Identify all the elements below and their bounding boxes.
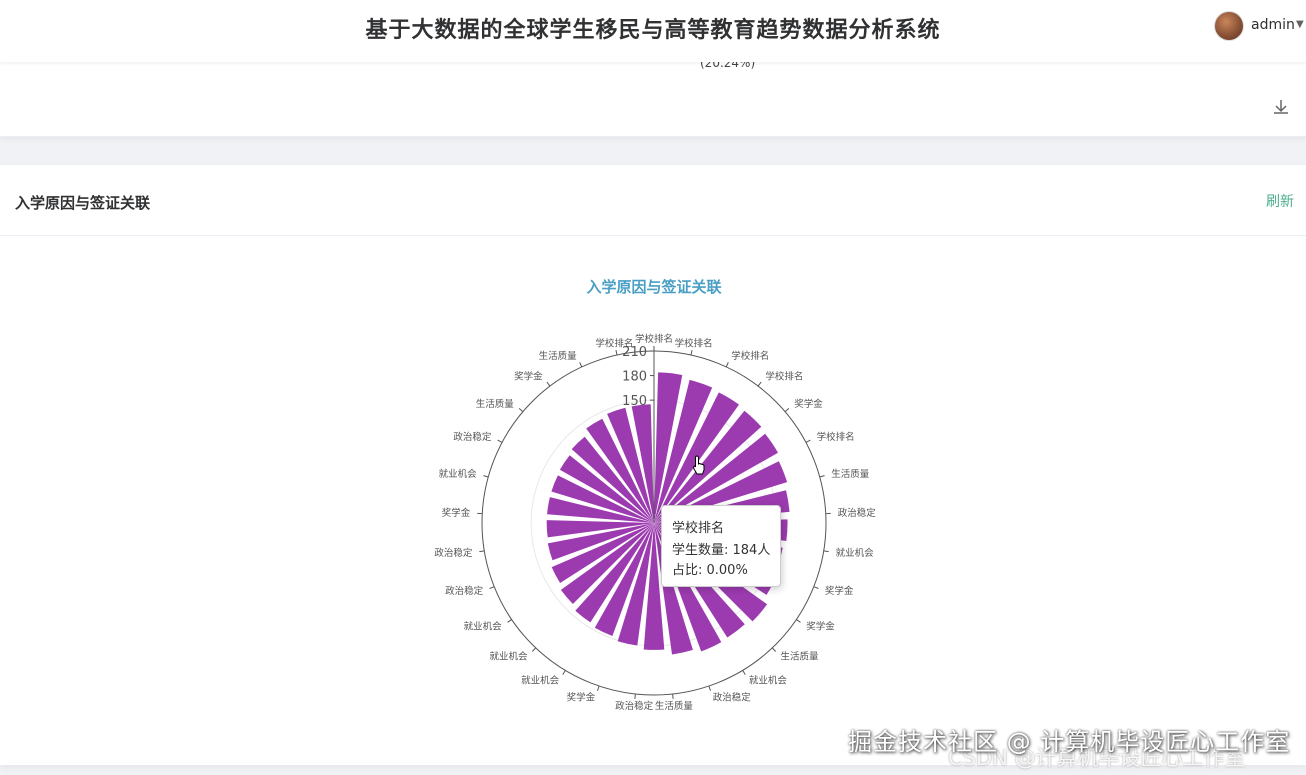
chart-title: 入学原因与签证关联: [586, 278, 722, 296]
tooltip-title: 学校排名: [672, 521, 725, 536]
category-label: 奖学金: [442, 507, 471, 519]
polar-bar-chart: 入学原因与签证关联学校排名 学校排名学校排名学校排名奖学金学校排名生活质量政治稳定…: [434, 278, 877, 712]
chart-tooltip: 学校排名 学生数量: 184人 占比: 0.00%: [661, 505, 781, 587]
category-label: 学校排名: [731, 350, 769, 362]
category-tick: [725, 362, 729, 368]
username[interactable]: admin: [1251, 17, 1295, 33]
category-tick: [771, 647, 777, 652]
category-label: 奖学金: [825, 585, 854, 597]
category-label: 学校排名: [675, 337, 713, 349]
category-tick: [813, 586, 819, 589]
category-tick: [672, 693, 674, 700]
category-tick: [742, 670, 746, 675]
avatar[interactable]: [1214, 11, 1244, 41]
category-label: 生活质量: [655, 700, 694, 712]
category-tick: [546, 381, 551, 387]
tooltip-percent: 占比: 0.00%: [672, 563, 748, 578]
category-tick: [819, 475, 825, 478]
category-tick: [489, 586, 495, 589]
category-tick: [757, 381, 762, 387]
user-menu[interactable]: admin ▼: [1206, 11, 1306, 41]
category-tick: [690, 350, 693, 356]
radius-tick-label: 150: [622, 394, 647, 409]
category-label: 就业机会: [439, 468, 478, 480]
category-tick: [579, 362, 583, 368]
category-label: 奖学金: [514, 371, 543, 383]
category-label: 就业机会: [464, 620, 503, 632]
category-label: 政治稳定: [713, 691, 752, 703]
category-tick: [479, 550, 485, 553]
watermark-text: 掘金技术社区 @ 计算机毕设匠心工作室: [848, 728, 1291, 756]
category-label: 政治稳定: [434, 547, 473, 559]
category-label: 学校排名: [765, 371, 803, 383]
category-label: 就业机会: [489, 651, 528, 663]
category-tick: [518, 408, 524, 413]
app-header: 基于大数据的全球学生移民与高等教育趋势数据分析系统 admin ▼: [0, 0, 1306, 62]
category-label: 就业机会: [749, 675, 788, 687]
category-tick: [823, 550, 829, 553]
category-label: 奖学金: [794, 398, 823, 410]
category-label: 奖学金: [567, 691, 596, 703]
radius-tick-label: 180: [622, 370, 647, 385]
tooltip-count: 学生数量: 184人: [672, 543, 771, 558]
download-icon[interactable]: [1271, 97, 1291, 117]
category-label: 学校排名: [817, 431, 855, 443]
category-label: 生活质量: [476, 398, 515, 410]
category-label: 生活质量: [831, 468, 870, 480]
category-tick: [634, 693, 636, 700]
hand-cursor-icon: [692, 455, 705, 475]
category-tick: [597, 685, 600, 691]
app-title: 基于大数据的全球学生移民与高等教育趋势数据分析系统: [365, 18, 941, 43]
category-label: 政治稳定: [615, 700, 654, 712]
category-label: 生活质量: [539, 350, 578, 362]
category-tick: [805, 439, 811, 443]
category-tick: [796, 619, 801, 623]
category-tick: [615, 350, 618, 356]
category-tick: [507, 619, 512, 623]
category-tick: [531, 647, 537, 652]
category-label: 政治稳定: [453, 431, 492, 443]
category-tick: [784, 408, 790, 413]
category-tick: [497, 439, 503, 443]
category-label: 就业机会: [836, 547, 875, 559]
category-tick: [483, 475, 489, 478]
radius-tick-label: 210: [622, 345, 647, 360]
category-label: 生活质量: [781, 651, 820, 663]
caret-down-icon[interactable]: ▼: [1296, 19, 1304, 30]
category-label: 政治稳定: [445, 585, 484, 597]
category-label: 就业机会: [521, 675, 560, 687]
category-tick: [708, 685, 711, 691]
category-label: 政治稳定: [838, 507, 877, 519]
category-label: 学校排名: [635, 333, 673, 345]
category-label: 奖学金: [806, 620, 835, 632]
category-tick: [562, 670, 566, 675]
